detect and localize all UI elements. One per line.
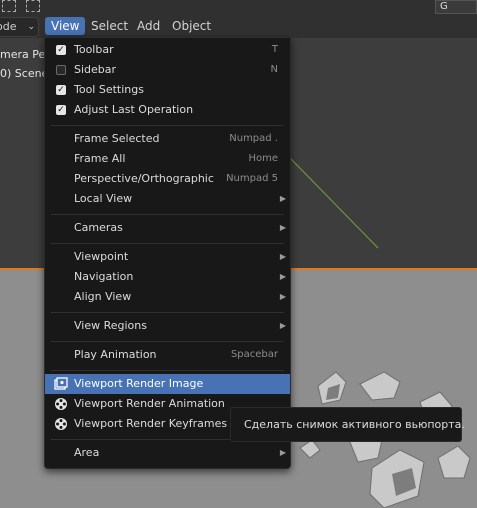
menu-item-navigation[interactable]: Navigation ▶ (45, 267, 290, 287)
menu-item-local-view[interactable]: Local View ▶ (45, 189, 290, 209)
submenu-arrow-icon: ▶ (279, 223, 286, 232)
menu-item-frame-selected[interactable]: Frame Selected Numpad . (45, 129, 290, 149)
submenu-arrow-icon: ▶ (279, 252, 286, 261)
menu-item-perspective-orthographic[interactable]: Perspective/Orthographic Numpad 5 (45, 169, 290, 189)
menu-item-label: Perspective/Orthographic (74, 172, 214, 185)
global-button[interactable]: G (435, 0, 477, 14)
tooltip-text: Сделать снимок активного вьюпорта. (244, 418, 465, 431)
viewport-header: ode ⌄ View Select Add Object (0, 14, 477, 39)
shortcut-label: Spacebar (230, 349, 278, 360)
film-reel-icon (55, 398, 67, 410)
menu-item-viewport-render-image[interactable]: Viewport Render Image (45, 374, 290, 394)
menu-item-label: Play Animation (74, 348, 157, 361)
menu-item-tool-settings[interactable]: ✓ Tool Settings (45, 80, 290, 100)
menu-separator (51, 370, 284, 371)
menu-item-label: Sidebar (74, 63, 117, 76)
menu-item-label: Viewpoint (74, 250, 129, 263)
shortcut-label: N (270, 64, 278, 75)
render-image-icon (54, 377, 68, 390)
menu-item-cameras[interactable]: Cameras ▶ (45, 218, 290, 238)
menu-item-align-view[interactable]: Align View ▶ (45, 287, 290, 307)
submenu-arrow-icon: ▶ (279, 194, 286, 203)
menu-view[interactable]: View (45, 17, 86, 35)
select-box-icon[interactable] (2, 0, 16, 12)
top-strip: G (0, 0, 477, 14)
film-reel-icon (55, 418, 67, 430)
shortcut-label: Numpad . (229, 133, 278, 144)
submenu-arrow-icon: ▶ (279, 321, 286, 330)
shortcut-label: Numpad 5 (226, 173, 278, 184)
menu-item-play-animation[interactable]: Play Animation Spacebar (45, 345, 290, 365)
menu-item-toolbar[interactable]: ✓ Toolbar T (45, 40, 290, 60)
menu-separator (51, 312, 284, 313)
menu-item-label: Cameras (74, 221, 123, 234)
menu-item-label: Align View (74, 290, 132, 303)
menu-separator (51, 341, 284, 342)
menu-item-label: Navigation (74, 270, 134, 283)
menu-separator (51, 214, 284, 215)
menu-select[interactable]: Select (85, 17, 134, 35)
checkbox-checked-icon[interactable]: ✓ (56, 85, 66, 95)
menu-item-label: Viewport Render Animation (74, 397, 225, 410)
menu-item-label: View Regions (74, 319, 147, 332)
menu-separator (51, 243, 284, 244)
menu-add[interactable]: Add (131, 17, 166, 35)
submenu-arrow-icon: ▶ (279, 272, 286, 281)
menu-item-label: Frame Selected (74, 132, 160, 145)
menu-item-sidebar[interactable]: Sidebar N (45, 60, 290, 80)
menu-item-adjust-last-operation[interactable]: ✓ Adjust Last Operation (45, 100, 290, 120)
global-button-label: G (440, 1, 448, 12)
chevron-down-icon: ⌄ (27, 22, 35, 32)
menu-item-label: Frame All (74, 152, 126, 165)
shortcut-label: Home (248, 153, 278, 164)
checkbox-unchecked-icon[interactable] (56, 65, 66, 75)
mode-selector[interactable]: ode ⌄ (0, 17, 39, 37)
menu-item-label: Viewport Render Keyframes (74, 417, 228, 430)
scene-overlay-text: 0) Scene (0, 67, 49, 80)
menu-item-label: Toolbar (74, 43, 114, 56)
checkbox-checked-icon[interactable]: ✓ (56, 45, 66, 55)
menu-item-area[interactable]: Area ▶ (45, 443, 290, 463)
view-menu-dropdown: ✓ Toolbar T Sidebar N ✓ Tool Settings ✓ … (44, 37, 291, 469)
checkbox-checked-icon[interactable]: ✓ (56, 105, 66, 115)
menu-item-label: Adjust Last Operation (74, 103, 194, 116)
menu-object[interactable]: Object (166, 17, 217, 35)
menu-item-label: Viewport Render Image (74, 377, 204, 390)
submenu-arrow-icon: ▶ (279, 448, 286, 457)
shortcut-label: T (271, 44, 278, 55)
menu-item-label: Local View (74, 192, 133, 205)
menu-item-view-regions[interactable]: View Regions ▶ (45, 316, 290, 336)
menu-separator (51, 125, 284, 126)
mode-label: ode (0, 20, 17, 33)
menu-item-frame-all[interactable]: Frame All Home (45, 149, 290, 169)
menu-item-viewpoint[interactable]: Viewpoint ▶ (45, 247, 290, 267)
tooltip: Сделать снимок активного вьюпорта. (230, 407, 465, 442)
menu-item-label: Area (74, 446, 100, 459)
menu-item-label: Tool Settings (74, 83, 144, 96)
select-extend-icon[interactable] (26, 0, 40, 12)
submenu-arrow-icon: ▶ (279, 292, 286, 301)
